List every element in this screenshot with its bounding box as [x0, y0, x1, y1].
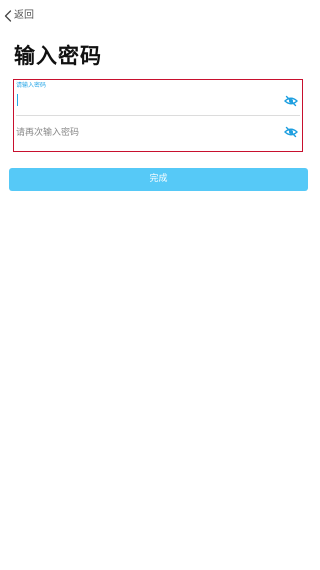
back-button[interactable]: 返回	[4, 7, 34, 25]
password-form: 请输入密码	[13, 79, 303, 152]
chevron-left-icon	[4, 10, 12, 22]
eye-off-icon[interactable]	[284, 125, 298, 139]
top-bar: 返回	[0, 0, 320, 30]
eye-off-icon[interactable]	[284, 94, 298, 108]
text-cursor	[17, 94, 18, 106]
password-label: 请输入密码	[16, 82, 47, 89]
confirm-password-input[interactable]	[16, 125, 266, 141]
page-title: 输入密码	[14, 44, 102, 68]
password-page: 返回 输入密码 请输入密码 完成	[0, 0, 320, 570]
confirm-password-field-row	[16, 115, 300, 150]
password-field-row: 请输入密码	[16, 80, 300, 116]
back-label: 返回	[14, 10, 34, 21]
password-input[interactable]	[16, 93, 266, 109]
finish-button[interactable]: 完成	[9, 168, 308, 191]
